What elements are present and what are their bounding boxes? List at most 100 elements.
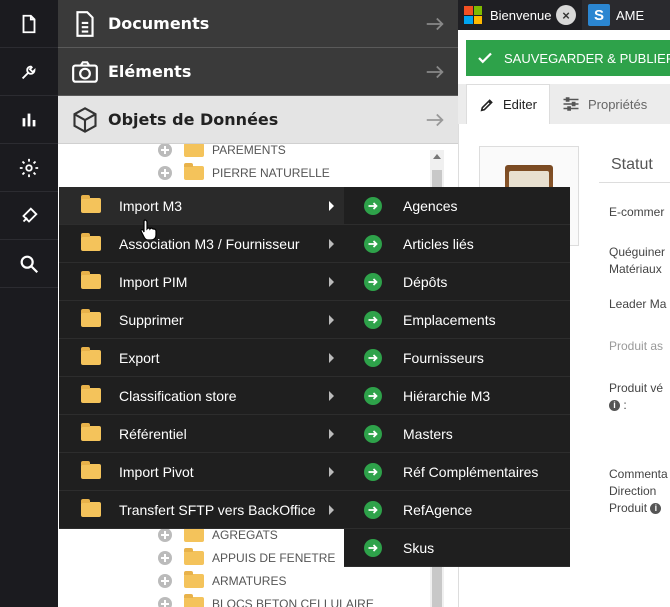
tree-node[interactable]: BLOCS BETON CELLULAIRE — [158, 593, 374, 607]
accordion-label: Documents — [108, 14, 210, 33]
windows-logo-icon — [464, 6, 482, 24]
arrow-right-circle-icon — [364, 538, 382, 557]
tree-node-label: AGREGATS — [212, 528, 278, 542]
wrench-icon[interactable] — [0, 48, 58, 96]
submenu-item-articles-lies[interactable]: Articles liés — [344, 225, 570, 263]
close-icon[interactable]: × — [556, 5, 576, 25]
tab-bar: Bienvenue × S AME — [458, 0, 670, 30]
menu-item-label: Export — [119, 349, 160, 366]
menu-item-classification[interactable]: Classification store — [59, 377, 344, 415]
tab-proprietes[interactable]: Propriétés — [550, 84, 659, 124]
submenu-item-masters[interactable]: Masters — [344, 415, 570, 453]
file-icon[interactable] — [0, 0, 58, 48]
field-label: Leader Ma — [609, 297, 667, 311]
submenu-item-fournisseurs[interactable]: Fournisseurs — [344, 339, 570, 377]
menu-item-label: Import Pivot — [119, 463, 194, 480]
menu-item-transfert-sftp[interactable]: Transfert SFTP vers BackOffice — [59, 491, 344, 529]
menu-item-label: Classification store — [119, 387, 237, 404]
folder-icon — [184, 144, 204, 157]
tree-node[interactable]: PIERRE NATURELLE — [158, 162, 330, 184]
tree-node-label: PAREMENTS — [212, 144, 286, 157]
folder-icon — [81, 309, 101, 327]
submenu-arrow-icon — [329, 429, 334, 439]
tab-bienvenue[interactable]: Bienvenue × — [458, 0, 582, 30]
context-menu: Import M3 Association M3 / Fournisseur I… — [59, 187, 344, 529]
expand-icon[interactable] — [158, 574, 172, 588]
scroll-up-icon[interactable] — [433, 154, 441, 159]
submenu-item-hierarchie[interactable]: Hiérarchie M3 — [344, 377, 570, 415]
submenu-item-agences[interactable]: Agences — [344, 187, 570, 225]
arrow-right-icon — [426, 17, 444, 30]
menu-item-import-pim[interactable]: Import PIM — [59, 263, 344, 301]
submenu-item-label: Masters — [403, 425, 453, 442]
field-label: Commenta — [609, 467, 668, 481]
s-logo-icon: S — [588, 4, 610, 26]
tree-node[interactable]: PAREMENTS — [158, 144, 286, 161]
menu-item-import-pivot[interactable]: Import Pivot — [59, 453, 344, 491]
submenu-item-label: Agences — [403, 197, 458, 214]
submenu-arrow-icon — [329, 391, 334, 401]
pencil-icon — [480, 98, 493, 111]
tab-label: Propriétés — [587, 96, 648, 112]
arrow-right-icon — [426, 113, 444, 126]
expand-icon[interactable] — [158, 528, 172, 542]
expand-icon[interactable] — [158, 597, 172, 607]
info-icon[interactable]: i — [609, 400, 620, 412]
tree-node[interactable]: ARMATURES — [158, 570, 286, 592]
tree-node-label: PIERRE NATURELLE — [212, 166, 330, 180]
expand-icon[interactable] — [158, 551, 172, 565]
folder-icon — [81, 271, 101, 289]
tab-label: Editer — [503, 97, 537, 112]
arrow-right-circle-icon — [364, 234, 382, 253]
accordion-objets[interactable]: Objets de Données — [58, 96, 458, 144]
tree-node-label: ARMATURES — [212, 574, 287, 588]
submenu-item-label: Skus — [403, 539, 435, 556]
marketing-icon[interactable] — [0, 192, 58, 240]
submenu-item-depots[interactable]: Dépôts — [344, 263, 570, 301]
menu-item-association[interactable]: Association M3 / Fournisseur — [59, 225, 344, 263]
submenu-item-label: RefAgence — [403, 501, 473, 518]
info-icon[interactable]: i — [650, 503, 662, 515]
menu-item-export[interactable]: Export — [59, 339, 344, 377]
accordion-label: Objets de Données — [108, 110, 279, 129]
hand-cursor-icon — [140, 219, 157, 240]
folder-icon — [81, 423, 101, 441]
folder-icon — [184, 525, 204, 542]
submenu-item-label: Réf Complémentaires — [403, 463, 539, 480]
expand-icon[interactable] — [158, 144, 172, 157]
tab-ame[interactable]: S AME — [582, 0, 650, 30]
statut-heading: Statut — [611, 156, 653, 173]
menu-item-supprimer[interactable]: Supprimer — [59, 301, 344, 339]
search-icon[interactable] — [0, 240, 58, 288]
field-label: Produit — [609, 501, 648, 515]
accordion-documents[interactable]: Documents — [58, 0, 458, 48]
submenu-item-skus[interactable]: Skus — [344, 529, 570, 567]
submenu-item-label: Articles liés — [403, 235, 474, 252]
submenu-item-emplacements[interactable]: Emplacements — [344, 301, 570, 339]
tab-label: AME — [616, 7, 645, 23]
accordion-label: Eléments — [108, 62, 192, 81]
tree-node[interactable]: APPUIS DE FENETRE — [158, 547, 335, 569]
folder-icon — [184, 163, 204, 180]
tab-editer[interactable]: Editer — [466, 84, 550, 124]
folder-icon — [81, 233, 101, 251]
submenu-item-ref-complementaires[interactable]: Réf Complémentaires — [344, 453, 570, 491]
save-publish-button[interactable]: SAUVEGARDER & PUBLIER — [466, 40, 670, 76]
field-label: Quéguiner — [609, 245, 666, 259]
divider — [599, 182, 670, 183]
accordion-elements[interactable]: Eléments — [58, 48, 458, 96]
menu-item-import-m3[interactable]: Import M3 — [59, 187, 344, 225]
menu-item-referentiel[interactable]: Référentiel — [59, 415, 344, 453]
folder-icon — [81, 461, 101, 479]
bar-chart-icon[interactable] — [0, 96, 58, 144]
gear-icon[interactable] — [0, 144, 58, 192]
save-publish-label: SAUVEGARDER & PUBLIER — [504, 50, 670, 66]
expand-icon[interactable] — [158, 166, 172, 180]
field-label: Produit vé — [609, 381, 664, 395]
submenu-item-label: Fournisseurs — [403, 349, 484, 366]
submenu-item-refagence[interactable]: RefAgence — [344, 491, 570, 529]
arrow-right-circle-icon — [364, 272, 382, 291]
tree-node-label: BLOCS BETON CELLULAIRE — [212, 597, 374, 607]
field-colon: : — [623, 398, 627, 412]
folder-icon — [81, 347, 101, 365]
